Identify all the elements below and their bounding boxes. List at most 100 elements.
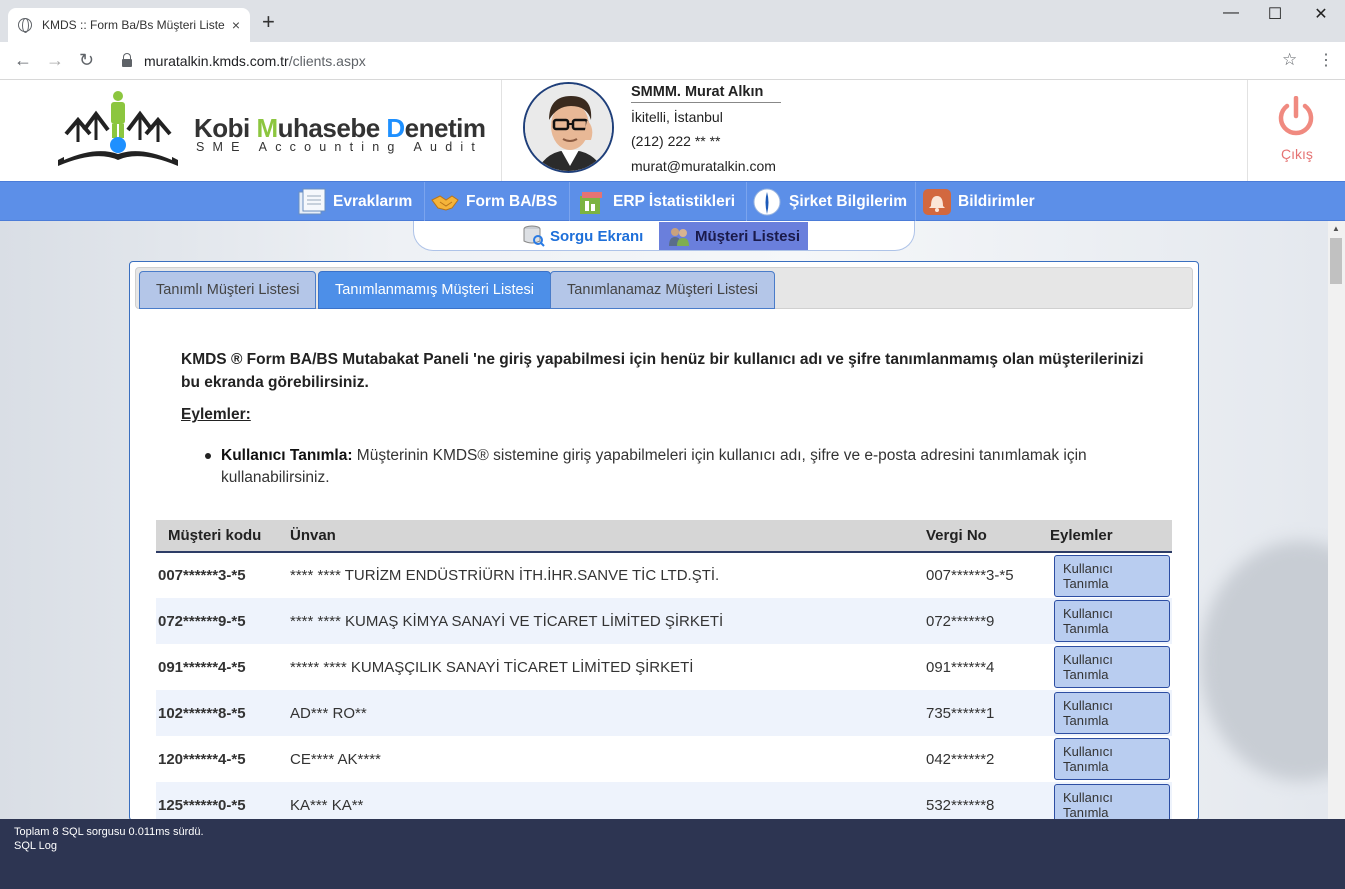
avatar [523,82,614,173]
clients-table: Müşteri kodu Ünvan Vergi No Eylemler 007… [156,520,1172,820]
sub-item-musteri-listesi[interactable]: Müşteri Listesi [659,222,809,250]
nav-item-erp-istatistikleri[interactable]: ERP İstatistikleri [577,182,735,222]
scrollbar-thumb[interactable] [1330,238,1342,284]
close-window-button[interactable]: ✕ [1298,4,1344,24]
logout-label[interactable]: Çıkış [1281,146,1313,162]
cell-tax: 042******2 [926,750,995,768]
tab-tanimli-musteri-listesi[interactable]: Tanımlı Müşteri Listesi [139,271,317,309]
table-row: 007******3-*5 **** **** TURİZM ENDÜSTRİÜ… [156,552,1172,598]
bell-icon [922,188,952,216]
globe-icon [18,18,32,33]
sub-nav: Sorgu Ekranı Müşteri Listesi [413,221,915,251]
cell-tax: 735******1 [914,690,1038,736]
intro-text: KMDS ® Form BA/BS Mutabakat Paneli 'ne g… [181,351,1144,391]
cell-tax: 091******4 [926,658,995,676]
browser-tab[interactable]: KMDS :: Form Ba/Bs Müşteri Liste × [8,8,250,42]
scroll-up-arrow-icon[interactable]: ▲ [1332,224,1340,233]
reload-icon[interactable]: ↻ [79,50,94,71]
nav-item-form-babs[interactable]: Form BA/BS [430,182,557,222]
table-row: 102******8-*5 AD*** RO** 735******1 Kull… [156,690,1172,736]
tab-tanimlanamaz-musteri-listesi[interactable]: Tanımlanamaz Müşteri Listesi [550,271,775,309]
nav-separator [424,182,425,222]
forward-arrow-icon[interactable]: → [46,50,64,71]
page-scrollbar[interactable] [1328,221,1345,819]
col-header-actions: Eylemler [1038,520,1172,553]
back-arrow-icon[interactable]: ← [14,50,32,71]
power-icon [1278,95,1314,136]
cell-code: 120******4-*5 [158,750,246,768]
logout-button[interactable] [1276,95,1316,143]
cell-tax: 532******8 [914,782,1038,820]
customer-list-panel: Tanımlı Müşteri Listesi Tanımlanmamış Mü… [129,261,1199,821]
cell-code: 072******9-*5 [156,598,278,644]
cell-code: 091******4-*5 [158,658,246,676]
cell-code: 007******3-*5 [158,567,246,584]
stats-icon [577,188,607,216]
minimize-button[interactable]: — [1208,4,1254,22]
cell-title: ***** **** KUMAŞÇILIK SANAYİ TİCARET LİM… [290,658,694,676]
sub-item-sorgu-ekrani[interactable]: Sorgu Ekranı [514,222,651,250]
cell-title: **** **** TURİZM ENDÜSTRİÜRN İTH.İHR.SAN… [290,567,720,584]
cell-title: **** **** KUMAŞ KİMYA SANAYİ VE TİCARET … [278,598,914,644]
define-user-button[interactable]: Kullanıcı Tanımla [1054,784,1170,820]
nav-separator [746,182,747,222]
bookmark-star-icon[interactable]: ☆ [1282,50,1297,70]
cell-code: 125******0-*5 [156,782,278,820]
action-description: Kullanıcı Tanımla: Müşterinin KMDS® sist… [205,445,1141,489]
tab-close-button[interactable]: × [232,17,240,33]
nav-item-bildirimler[interactable]: Bildirimler [922,182,1035,222]
info-icon [753,188,783,216]
table-header-row: Müşteri kodu Ünvan Vergi No Eylemler [156,520,1172,553]
sql-debug-footer: Toplam 8 SQL sorgusu 0.011ms sürdü. SQL … [0,819,1345,889]
define-user-button[interactable]: Kullanıcı Tanımla [1054,692,1170,734]
url-path: /clients.aspx [288,53,366,69]
cell-tax: 007******3-*5 [926,567,1014,584]
panel-tabs: Tanımlı Müşteri Listesi Tanımlanmamış Mü… [135,267,1193,309]
define-user-button[interactable]: Kullanıcı Tanımla [1054,738,1170,780]
site-header: Kobi Muhasebe Denetim SME Accounting Aud… [0,80,1345,181]
cell-code: 102******8-*5 [156,690,278,736]
maximize-button[interactable]: ☐ [1252,4,1298,24]
sql-log-link[interactable]: SQL Log [14,839,1331,853]
cell-title: CE**** AK**** [290,750,381,768]
browser-toolbar: ← → ↻ muratalkin.kmds.com.tr/clients.asp… [0,42,1345,80]
url-host: muratalkin.kmds.com.tr [144,53,289,69]
database-search-icon [523,225,545,247]
cell-tax: 072******9 [914,598,1038,644]
tab-title: KMDS :: Form Ba/Bs Müşteri Liste [42,18,225,32]
header-divider [501,80,502,181]
browser-menu-icon[interactable]: ⋮ [1318,50,1334,70]
cell-title: AD*** RO** [278,690,914,736]
nav-separator [915,182,916,222]
nav-separator [569,182,570,222]
address-bar[interactable]: muratalkin.kmds.com.tr/clients.aspx [110,47,1310,75]
main-nav: Evraklarım Form BA/BS ERP İstatistikleri… [0,181,1345,222]
cell-title: KA*** KA** [278,782,914,820]
col-header-code: Müşteri kodu [156,520,278,553]
nav-item-evraklarim[interactable]: Evraklarım [297,182,412,222]
user-location: İkitelli, İstanbul [631,109,723,125]
nav-item-sirket-bilgilerim[interactable]: Şirket Bilgilerim [753,182,907,222]
lock-icon [122,53,132,67]
header-divider [1247,80,1248,181]
col-header-title: Ünvan [278,520,914,553]
define-user-button[interactable]: Kullanıcı Tanımla [1054,554,1170,597]
handshake-icon [430,188,460,216]
new-tab-button[interactable]: + [262,11,275,33]
logo-subtitle: SME Accounting Audit [196,140,483,154]
define-user-button[interactable]: Kullanıcı Tanımla [1054,600,1170,642]
define-user-button[interactable]: Kullanıcı Tanımla [1054,646,1170,688]
sql-summary: Toplam 8 SQL sorgusu 0.011ms sürdü. [14,826,204,838]
table-row: 091******4-*5 ***** **** KUMAŞÇILIK SANA… [156,644,1172,690]
user-phone: (212) 222 ** ** [631,133,721,149]
tab-tanimlanmamis-musteri-listesi[interactable]: Tanımlanmamış Müşteri Listesi [318,271,552,309]
user-name: SMMM. Murat Alkın [631,84,781,103]
user-email: murat@muratalkin.com [631,158,776,174]
table-row: 120******4-*5 CE**** AK**** 042******2 K… [156,736,1172,782]
browser-tabbar: KMDS :: Form Ba/Bs Müşteri Liste × + — ☐… [0,0,1345,42]
table-row: 072******9-*5 **** **** KUMAŞ KİMYA SANA… [156,598,1172,644]
col-header-tax: Vergi No [914,520,1038,553]
table-row: 125******0-*5 KA*** KA** 532******8 Kull… [156,782,1172,820]
users-icon [669,228,689,246]
documents-icon [297,188,327,216]
